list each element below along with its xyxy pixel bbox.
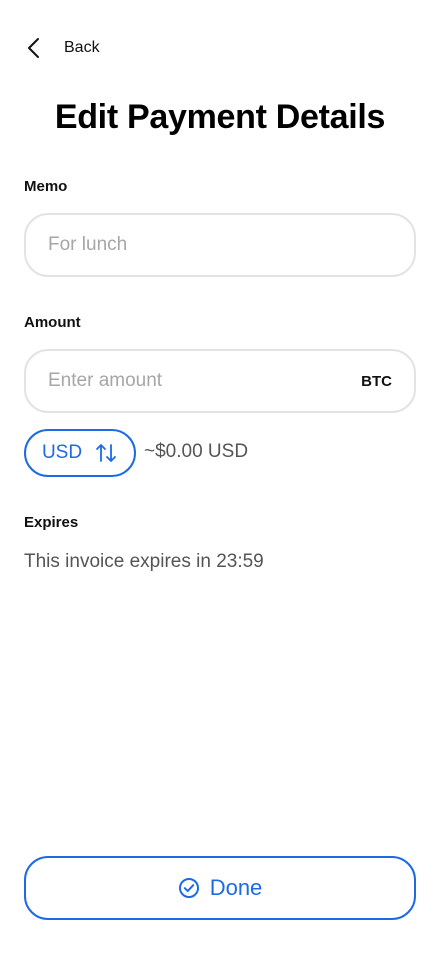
done-button[interactable]: Done bbox=[24, 856, 416, 920]
back-label: Back bbox=[64, 39, 100, 56]
expires-label: Expires bbox=[24, 514, 79, 531]
currency-toggle-label: USD bbox=[41, 442, 83, 463]
expires-text: This invoice expires in 23:59 bbox=[24, 551, 264, 572]
back-button[interactable]: Back bbox=[24, 34, 100, 62]
memo-field[interactable] bbox=[24, 213, 416, 277]
converted-amount: ~$0.00 USD bbox=[144, 441, 249, 462]
memo-label: Memo bbox=[24, 178, 68, 195]
amount-input[interactable] bbox=[48, 370, 354, 392]
amount-label: Amount bbox=[24, 314, 81, 331]
page-title: Edit Payment Details bbox=[54, 98, 386, 136]
done-label: Done bbox=[209, 875, 263, 900]
swap-arrows-icon bbox=[96, 444, 116, 462]
chevron-left-icon bbox=[28, 38, 39, 58]
amount-field[interactable]: BTC bbox=[24, 349, 416, 413]
currency-toggle-button[interactable]: USD bbox=[24, 429, 136, 477]
memo-input[interactable] bbox=[48, 234, 392, 256]
check-circle-icon bbox=[178, 878, 199, 898]
amount-unit-badge: BTC bbox=[361, 372, 392, 390]
